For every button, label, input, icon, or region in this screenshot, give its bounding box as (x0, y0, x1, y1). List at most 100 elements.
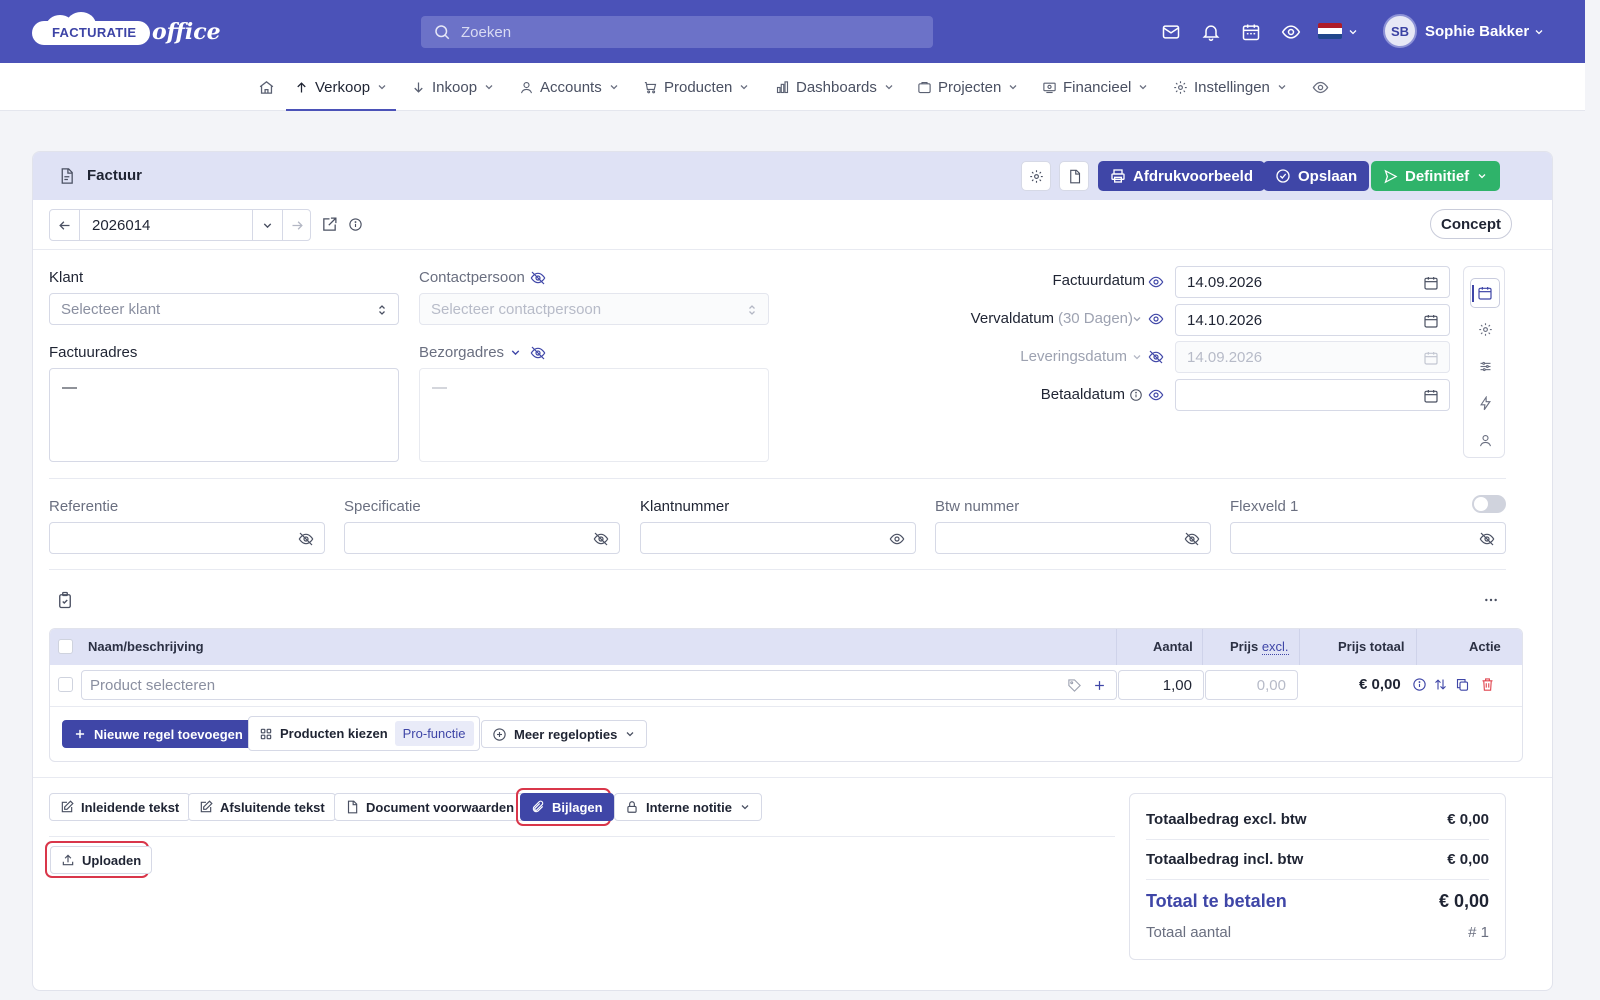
internal-note-button[interactable]: Interne notitie (614, 793, 762, 821)
btw-nummer-field[interactable] (935, 522, 1211, 554)
nav-item-producten[interactable]: Producten (643, 63, 750, 111)
nav-item-verkoop[interactable]: Verkoop (285, 63, 397, 111)
chevron-down-icon[interactable] (1131, 313, 1143, 325)
choose-products-button[interactable]: Producten kiezen Pro-functie (248, 716, 480, 751)
eye-icon[interactable] (1148, 311, 1164, 327)
print-preview-button[interactable]: Afdrukvoorbeeld (1098, 161, 1266, 191)
quantity-field[interactable]: 1,00 (1118, 670, 1204, 700)
user-name[interactable]: Sophie Bakker (1425, 23, 1529, 40)
search-box[interactable] (421, 16, 933, 48)
external-edit-icon[interactable] (321, 216, 338, 233)
nav-item-accounts[interactable]: Accounts (519, 63, 620, 111)
home-icon[interactable] (258, 63, 275, 111)
clipboard-check-icon[interactable] (56, 590, 74, 610)
flexveld-field[interactable] (1230, 522, 1506, 554)
next-button[interactable] (282, 210, 312, 240)
eye-off-icon[interactable] (1148, 349, 1164, 365)
invoice-number-field[interactable]: 2026014 (81, 210, 251, 240)
calendar-tab[interactable] (1470, 278, 1500, 308)
upload-button[interactable]: Uploaden (50, 846, 153, 874)
product-select-field[interactable]: Product selecteren (81, 670, 1117, 700)
number-dropdown-button[interactable] (252, 210, 282, 240)
attachments-tab[interactable]: Bijlagen (520, 793, 614, 821)
klant-placeholder: Selecteer klant (61, 300, 161, 318)
brand-logo[interactable]: FACTURATIE office (32, 12, 221, 48)
table-header: Naam/beschrijving Aantal Prijs excl. Pri… (50, 629, 1522, 665)
eye-off-icon[interactable] (298, 531, 314, 547)
eye-icon[interactable] (889, 531, 905, 547)
eye-off-icon[interactable] (593, 531, 609, 547)
add-line-button[interactable]: Nieuwe regel toevoegen (62, 720, 254, 748)
tag-icon[interactable] (1067, 678, 1082, 693)
nav-item-instellingen[interactable]: Instellingen (1173, 63, 1288, 111)
more-line-options-button[interactable]: Meer regelopties (481, 720, 648, 748)
factuuradres-field[interactable]: — (49, 368, 399, 462)
chevron-down-icon[interactable] (509, 346, 522, 359)
total-incl-row: Totaalbedrag incl. btw € 0,00 (1146, 851, 1489, 868)
invoice-card: Factuur Afdrukvoorbeeld Opslaan Definiti… (32, 151, 1553, 991)
contactpersoon-select[interactable]: Selecteer contactpersoon (419, 293, 769, 325)
bell-icon[interactable] (1200, 21, 1222, 43)
nav-item-financieel[interactable]: Financieel (1042, 63, 1149, 111)
eye-off-icon[interactable] (530, 270, 546, 286)
trash-icon[interactable] (1480, 677, 1495, 692)
upload-label: Uploaden (82, 852, 142, 868)
bezorgadres-field[interactable]: — (419, 368, 769, 462)
info-icon[interactable] (1412, 677, 1427, 692)
previous-button[interactable] (50, 210, 80, 240)
mail-icon[interactable] (1160, 21, 1182, 43)
save-button[interactable]: Opslaan (1263, 161, 1370, 191)
row-checkbox[interactable] (58, 677, 73, 692)
eye-off-icon[interactable] (530, 345, 546, 361)
more-options-icon[interactable] (1483, 592, 1499, 608)
chevron-down-icon[interactable] (1131, 351, 1143, 363)
eye-icon[interactable] (1312, 63, 1329, 111)
nav-item-dashboards[interactable]: Dashboards (775, 63, 895, 111)
closing-text-button[interactable]: Afsluitende tekst (188, 793, 336, 821)
cart-icon (644, 81, 657, 93)
intro-text-button[interactable]: Inleidende tekst (49, 793, 191, 821)
avatar[interactable]: SB (1383, 14, 1417, 48)
leveringsdatum-field[interactable]: 14.09.2026 (1175, 341, 1450, 373)
klantnummer-field[interactable] (640, 522, 916, 554)
lightning-icon[interactable] (1475, 393, 1495, 413)
chevron-down-icon[interactable] (1346, 21, 1360, 43)
info-icon[interactable] (1129, 388, 1143, 402)
flag-nl-icon[interactable] (1318, 23, 1342, 39)
document-terms-button[interactable]: Document voorwaarden (334, 793, 526, 821)
column-qty: Aantal (1153, 639, 1193, 654)
nav-item-inkoop[interactable]: Inkoop (411, 63, 495, 111)
finalize-button[interactable]: Definitief (1371, 161, 1501, 191)
eye-icon[interactable] (1148, 274, 1164, 290)
sliders-icon[interactable] (1475, 356, 1495, 376)
eye-icon[interactable] (1148, 387, 1164, 403)
klant-select[interactable]: Selecteer klant (49, 293, 399, 325)
eye-off-icon[interactable] (1184, 531, 1200, 547)
flexveld-toggle[interactable] (1472, 495, 1506, 513)
vervaldatum-field[interactable]: 14.10.2026 (1175, 304, 1450, 336)
gear-icon[interactable] (1475, 319, 1495, 339)
eye-off-icon[interactable] (1479, 531, 1495, 547)
chevron-down-icon[interactable] (1532, 21, 1546, 43)
betaaldatum-field[interactable] (1175, 379, 1450, 411)
eye-icon[interactable] (1280, 21, 1302, 43)
copy-icon[interactable] (1455, 677, 1470, 692)
grid-icon (260, 728, 272, 739)
calendar-icon[interactable] (1240, 21, 1262, 43)
column-price-suffix[interactable]: excl. (1261, 639, 1289, 655)
status-badge[interactable]: Concept (1430, 209, 1512, 239)
nav-item-projecten[interactable]: Projecten (917, 63, 1019, 111)
pdf-button[interactable] (1059, 161, 1089, 191)
settings-button[interactable] (1021, 161, 1051, 191)
user-icon[interactable] (1475, 430, 1495, 450)
price-field[interactable]: 0,00 (1205, 670, 1298, 700)
column-separator (1416, 629, 1417, 665)
specificatie-field[interactable] (344, 522, 620, 554)
reorder-icon[interactable] (1433, 677, 1448, 692)
select-all-checkbox[interactable] (58, 639, 73, 654)
referentie-field[interactable] (49, 522, 325, 554)
info-icon[interactable] (348, 217, 363, 232)
search-input[interactable] (461, 23, 901, 41)
factuurdatum-field[interactable]: 14.09.2026 (1175, 266, 1450, 298)
plus-icon[interactable] (1092, 678, 1107, 693)
